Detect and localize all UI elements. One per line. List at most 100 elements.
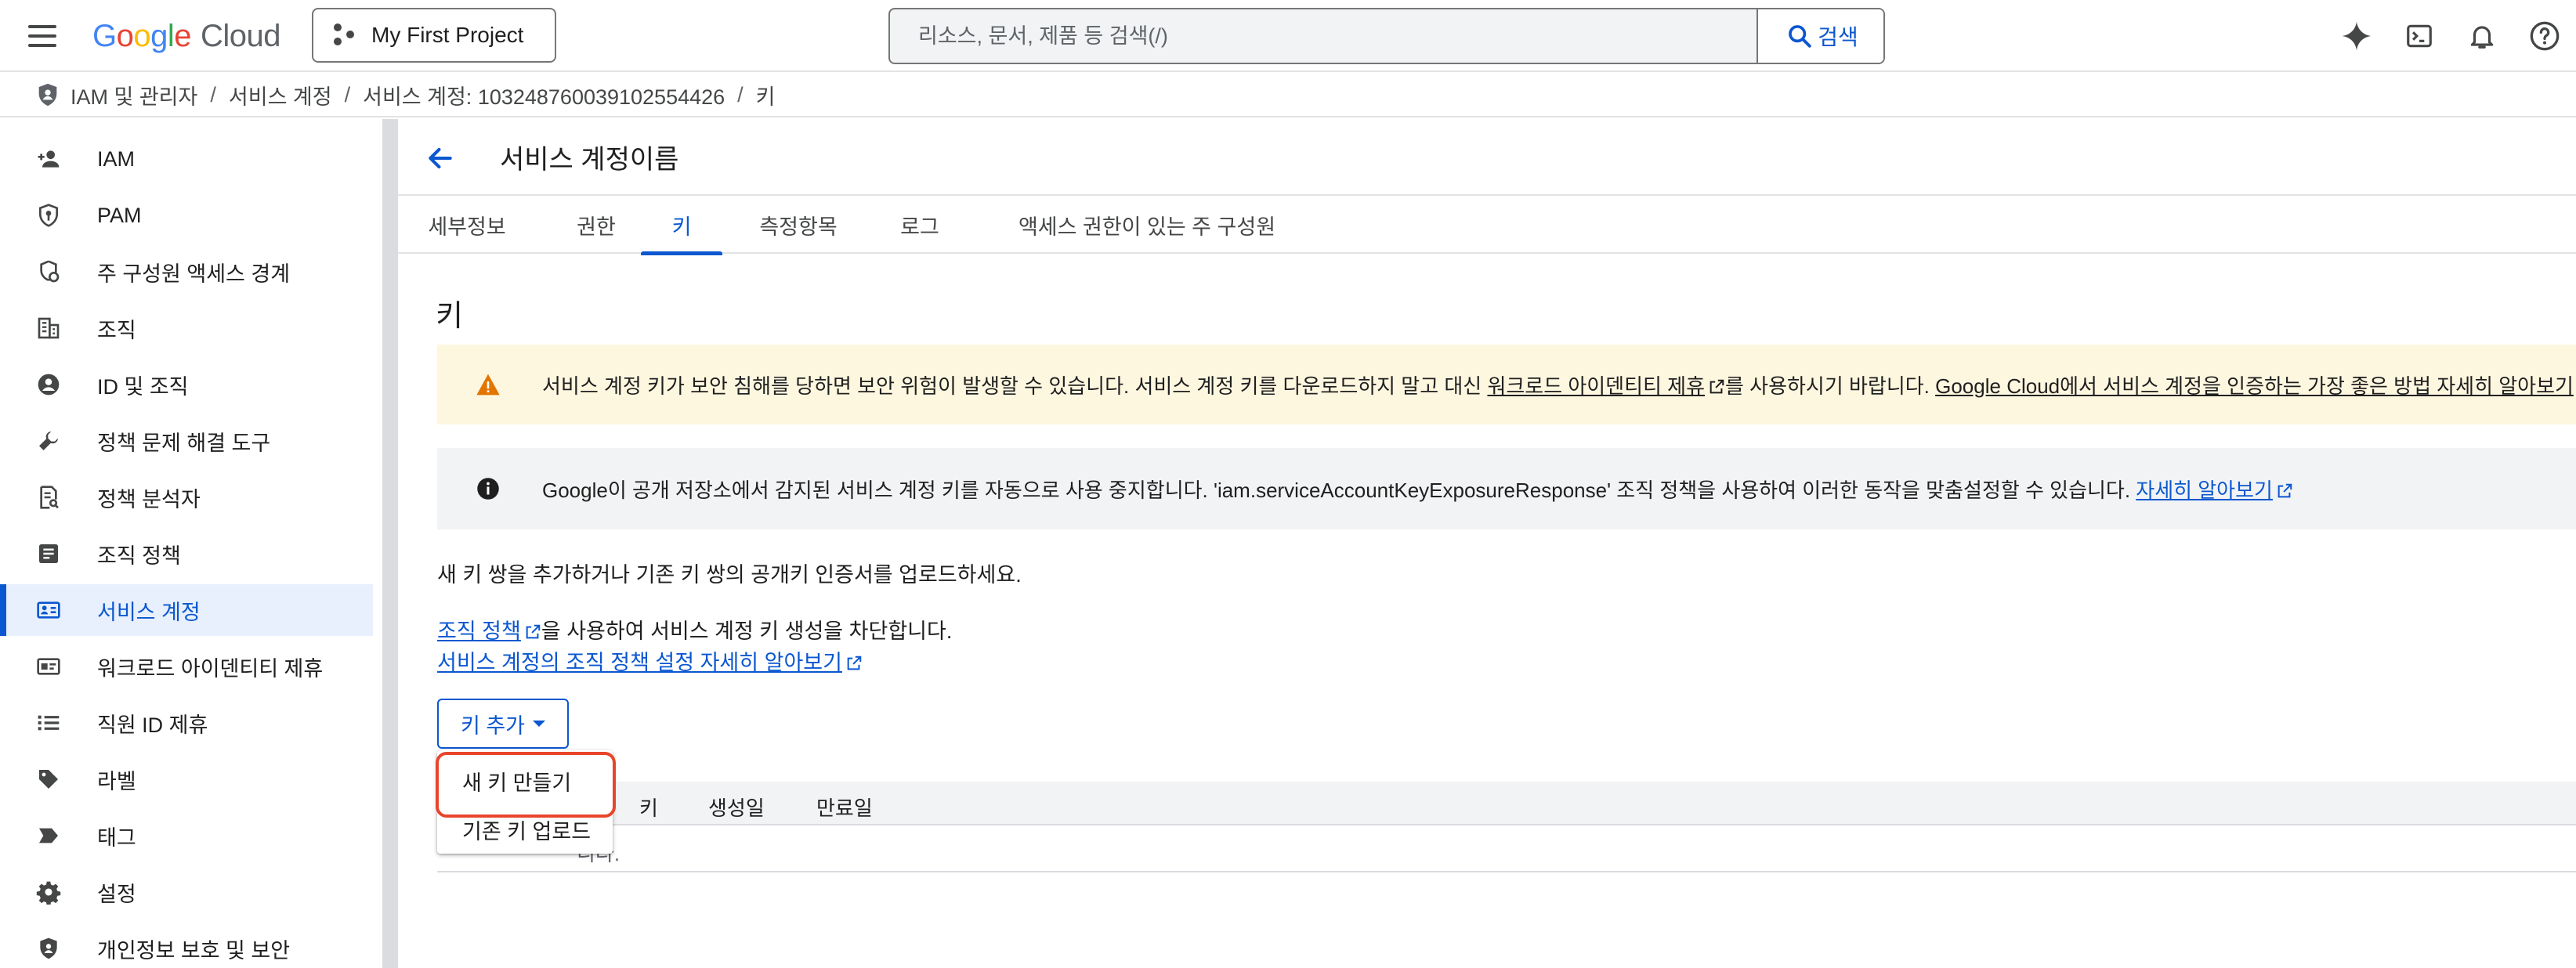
tab-metrics[interactable]: 측정항목: [749, 196, 848, 254]
sidebar-item-settings[interactable]: 설정: [0, 866, 373, 918]
tab-keys[interactable]: 키: [641, 196, 722, 255]
sidebar-item-labels[interactable]: 라벨: [0, 753, 373, 805]
logo-letter-g: G: [92, 18, 117, 53]
sidebar-item-principal-access-boundary[interactable]: 주 구성원 액세스 경계: [0, 246, 373, 298]
policy-analyzer-icon: [34, 483, 63, 511]
breadcrumb-keys: 키: [755, 85, 776, 109]
external-link-icon: [2278, 483, 2292, 497]
breadcrumb-separator: /: [344, 82, 351, 107]
gemini-sparkle-icon[interactable]: [2325, 13, 2388, 60]
article-icon: [34, 540, 63, 568]
org-policy-line: 조직 정책 을 사용하여 서비스 계정 키 생성을 차단합니다.: [437, 614, 952, 645]
sidebar-item-organization[interactable]: 조직: [0, 302, 373, 354]
breadcrumb-service-accounts[interactable]: 서비스 계정: [229, 80, 332, 110]
section-title: 키: [436, 300, 463, 333]
sidebar-item-label: 직원 ID 제휴: [97, 713, 208, 737]
sidebar-item-label: PAM: [97, 203, 142, 227]
google-cloud-logo[interactable]: Go o g l e Cloud: [92, 17, 281, 55]
search-button-label: 검색: [1818, 25, 1858, 49]
column-header-expires[interactable]: 만료일: [816, 793, 873, 822]
sidebar-item-pam[interactable]: PAM: [0, 190, 373, 241]
dropdown-caret-icon: [533, 721, 546, 727]
access-boundary-icon: [34, 258, 63, 286]
sidebar-item-workforce-identity-federation[interactable]: 직원 ID 제휴: [0, 697, 373, 749]
sidebar-item-service-accounts[interactable]: 서비스 계정: [0, 584, 373, 636]
sidebar-item-label: 조직: [97, 318, 136, 342]
project-hub-icon: [334, 23, 357, 47]
workload-identity-federation-link[interactable]: 워크로드 아이덴티티 제휴: [1487, 374, 1705, 398]
logo-letter-o2: o: [133, 18, 151, 53]
sidebar-item-label: 정책 분석자: [97, 487, 201, 511]
warning-triangle-icon: [475, 371, 501, 398]
breadcrumb-service-account-id[interactable]: 서비스 계정: 103248760039102554426: [363, 80, 725, 110]
logo-letter-o1: o: [116, 18, 134, 53]
project-picker-button[interactable]: My First Project: [312, 8, 556, 63]
building-icon: [34, 314, 63, 342]
tab-principals-with-access[interactable]: 액세스 권한이 있는 주 구성원: [990, 196, 1304, 254]
external-link-icon: [1709, 379, 1724, 393]
tab-logs[interactable]: 로그: [884, 196, 956, 254]
add-key-menu: 새 키 만들기 기존 키 업로드: [437, 750, 613, 854]
external-link-icon: [847, 656, 862, 670]
breadcrumb-iam-admin[interactable]: IAM 및 관리자: [71, 80, 197, 110]
sidebar-scrollbar[interactable]: [382, 119, 398, 968]
privacy-shield-icon: [34, 934, 63, 963]
sidebar-item-iam[interactable]: IAM: [0, 133, 373, 185]
breadcrumb-separator: /: [737, 82, 743, 107]
warning-text: 서비스 계정 키가 보안 침해를 당하면 보안 위험이 발생할 수 있습니다. …: [542, 374, 1488, 398]
security-warning-banner: 서비스 계정 키가 보안 침해를 당하면 보안 위험이 발생할 수 있습니다. …: [437, 345, 2576, 424]
cloud-shell-icon[interactable]: [2388, 13, 2451, 60]
menu-item-create-new-key[interactable]: 새 키 만들기: [437, 753, 613, 802]
id-card-icon: [34, 652, 63, 681]
warning-text-2: 를 사용하시기 바랍니다.: [1725, 374, 1936, 398]
sidebar-item-workload-identity-federation[interactable]: 워크로드 아이덴티티 제휴: [0, 641, 373, 692]
back-arrow-icon[interactable]: [420, 139, 461, 177]
breadcrumb-separator: /: [210, 82, 216, 107]
tag-icon: [34, 822, 63, 850]
sidebar-item-privacy-security[interactable]: 개인정보 보호 및 보안: [0, 923, 373, 968]
tab-details[interactable]: 세부정보: [423, 196, 511, 254]
sidebar-item-label: 설정: [97, 882, 136, 906]
info-icon: [475, 475, 501, 502]
column-header-created[interactable]: 생성일: [708, 793, 765, 822]
label-tag-icon: [34, 765, 63, 793]
iam-shield-icon: [38, 83, 57, 107]
sidebar-item-org-policies[interactable]: 조직 정책: [0, 528, 373, 580]
notifications-bell-icon[interactable]: [2451, 13, 2513, 60]
main-menu-icon[interactable]: [22, 17, 63, 55]
learn-more-link[interactable]: 자세히 알아보기: [2136, 479, 2273, 502]
gear-icon: [34, 878, 63, 906]
wrench-icon: [34, 427, 63, 455]
shield-key-icon: [34, 201, 63, 229]
sidebar-item-label: IAM: [97, 146, 136, 171]
sidebar-item-policy-troubleshooter[interactable]: 정책 문제 해결 도구: [0, 415, 373, 467]
best-practices-link[interactable]: Google Cloud에서 서비스 계정을 인증하는 가장 좋은 방법 자세히…: [1935, 374, 2574, 398]
sidebar-item-label: 서비스 계정: [97, 600, 201, 624]
external-link-icon: [526, 624, 541, 639]
org-policy-link[interactable]: 조직 정책: [437, 619, 521, 643]
sidebar-item-policy-analyzer[interactable]: 정책 분석자: [0, 471, 373, 523]
sidebar-item-label: 정책 문제 해결 도구: [97, 431, 271, 455]
logo-product-name: Cloud: [201, 18, 281, 53]
column-header-key[interactable]: 키: [639, 793, 658, 822]
org-policy-text: 을 사용하여 서비스 계정 키 생성을 차단합니다.: [541, 619, 953, 643]
add-key-button[interactable]: 키 추가: [437, 699, 569, 749]
search-button[interactable]: 검색: [1757, 9, 1883, 63]
top-actions: [2325, 13, 2576, 60]
breadcrumb: IAM 및 관리자 / 서비스 계정 / 서비스 계정: 10324876003…: [0, 74, 2576, 117]
search-icon: [1789, 25, 1811, 48]
table-empty-row: 니다.: [437, 825, 2576, 872]
sidebar-item-label: 워크로드 아이덴티티 제휴: [97, 656, 324, 681]
logo-letter-e: e: [174, 18, 192, 53]
tab-permissions[interactable]: 권한: [555, 196, 638, 254]
search-input[interactable]: [890, 9, 1883, 63]
tab-bar: 세부정보 권한 키 측정항목 로그 액세스 권한이 있는 주 구성원: [398, 194, 2576, 255]
sidebar-item-identity-org[interactable]: ID 및 조직: [0, 359, 373, 410]
org-policy-learn-more-link[interactable]: 서비스 계정의 조직 정책 설정 자세히 알아보기: [437, 651, 842, 674]
sidebar-item-label: 라벨: [97, 769, 136, 793]
sidebar-item-tags[interactable]: 태그: [0, 810, 373, 861]
sidebar-nav: IAM PAM 주 구성원 액세스 경계 조직 ID 및 조직 정책 문제 해결…: [0, 119, 376, 968]
menu-item-upload-existing-key[interactable]: 기존 키 업로드: [437, 802, 613, 851]
sidebar-item-label: 조직 정책: [97, 544, 181, 568]
help-icon[interactable]: [2513, 13, 2576, 60]
